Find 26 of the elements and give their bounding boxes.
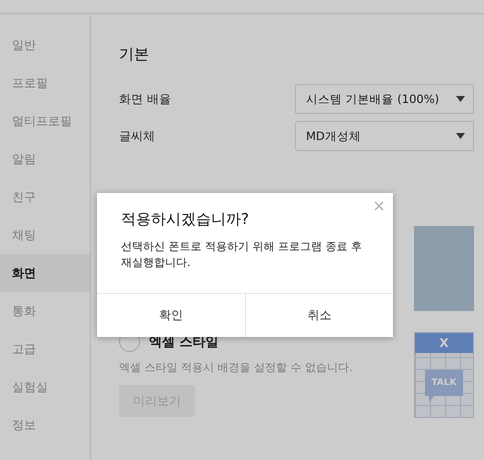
excel-thumbnail[interactable]: X TALK [414, 332, 474, 418]
caret-icon [456, 96, 465, 102]
section-title: 기본 [119, 44, 150, 64]
dialog-button[interactable]: 확인 [97, 294, 244, 337]
sidebar-item[interactable]: 통화 [0, 292, 90, 330]
dropdown[interactable]: 시스템 기본배율 (100%) [295, 84, 474, 114]
sidebar-item[interactable]: 화면 [0, 254, 90, 292]
sidebar-item[interactable]: 채팅 [0, 216, 90, 254]
style-thumbnail[interactable] [414, 226, 474, 311]
dialog-button[interactable]: 취소 [244, 294, 393, 337]
sidebar-item[interactable]: 고급 [0, 330, 90, 368]
sidebar-item[interactable]: 실험실 [0, 368, 90, 406]
sidebar-item[interactable]: 친구 [0, 178, 90, 216]
setting-label: 글씨체 [119, 128, 155, 144]
note-text: 엑셀 스타일 적용시 배경을 설정할 수 없습니다. [119, 360, 352, 375]
dropdown[interactable]: MD개성체 [295, 121, 474, 151]
dialog-message: 선택하신 폰트로 적용하기 위해 프로그램 종료 후 재실행합니다. [121, 239, 363, 271]
sidebar-item[interactable]: 프로필 [0, 64, 90, 102]
setting-label: 화면 배율 [119, 90, 171, 108]
sidebar-item[interactable]: 일반 [0, 26, 90, 64]
dialog-title: 적용하시겠습니까? [121, 210, 250, 229]
sidebar-item[interactable]: 알림 [0, 140, 90, 178]
sidebar-item[interactable]: 정보 [0, 406, 90, 444]
caret-icon [456, 133, 465, 139]
close-icon[interactable] [374, 201, 384, 211]
sidebar-item[interactable]: 멀티프로필 [0, 102, 90, 140]
